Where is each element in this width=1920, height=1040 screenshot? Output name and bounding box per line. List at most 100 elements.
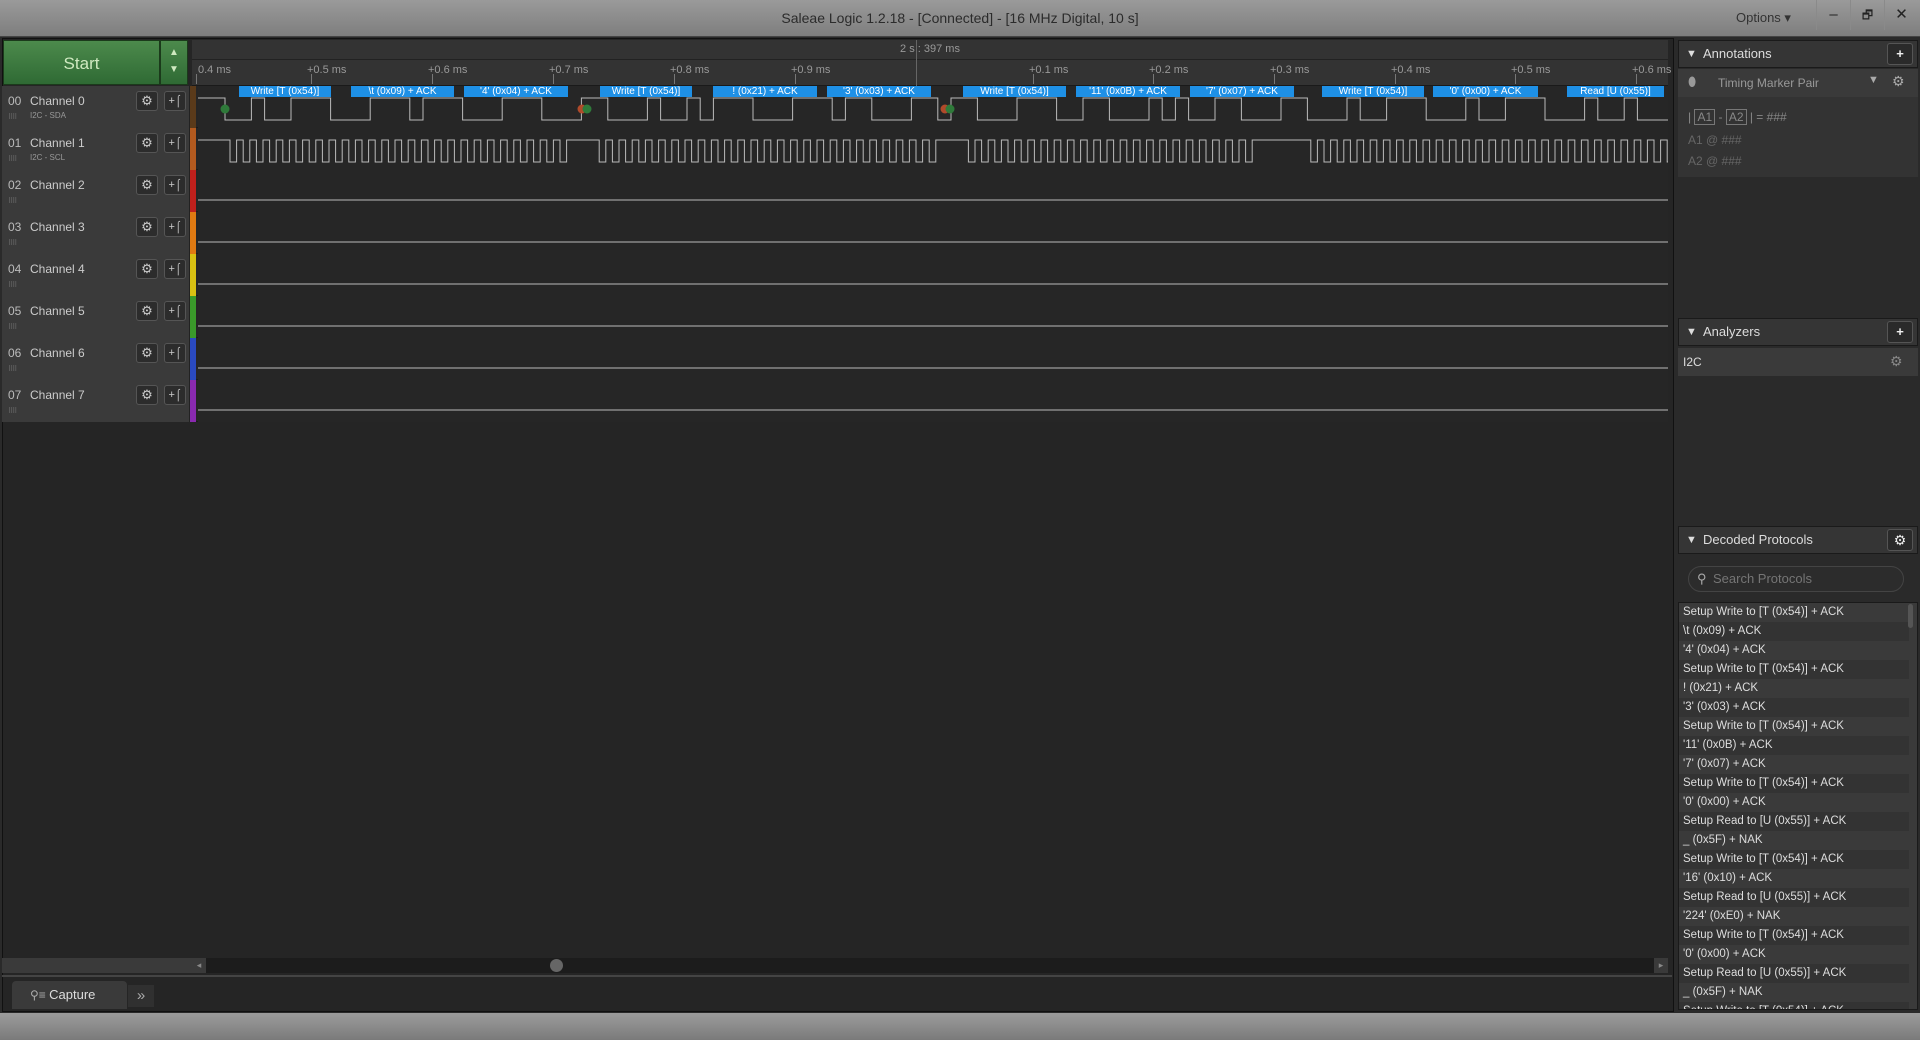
channel-name[interactable]: Channel 2 [30, 178, 85, 192]
protocol-list-item[interactable]: \t (0x09) + ACK [1679, 622, 1909, 641]
channel-name[interactable]: Channel 1 [30, 136, 85, 150]
decoded-frame-label[interactable]: ! (0x21) + ACK [713, 86, 817, 97]
drag-grip-icon[interactable]: ⠿⠿ [8, 197, 17, 205]
drag-grip-icon[interactable]: ⠿⠿ [8, 407, 17, 415]
add-annotation-button[interactable]: + [1887, 43, 1913, 65]
scroll-right-button[interactable]: ▸ [1654, 958, 1668, 973]
channel-name[interactable]: Channel 4 [30, 262, 85, 276]
add-analyzer-button[interactable]: + [1887, 321, 1913, 343]
protocol-list-item[interactable]: Setup Write to [T (0x54)] + ACK [1679, 926, 1909, 945]
scroll-left-button[interactable]: ◂ [192, 958, 206, 973]
channel-label[interactable]: 01 Channel 1 I2C - SCL ⠿⠿ ⚙ +⌠ [2, 128, 190, 170]
trigger-edge-icon[interactable]: +⌠ [164, 301, 186, 321]
trigger-edge-icon[interactable]: +⌠ [164, 343, 186, 363]
protocol-list-item[interactable]: Setup Write to [T (0x54)] + ACK [1679, 1002, 1909, 1009]
drag-grip-icon[interactable]: ⠿⠿ [8, 365, 17, 373]
start-button[interactable]: Start [3, 40, 160, 85]
decoded-frame-label[interactable]: Read [U (0x55)] [1567, 86, 1664, 97]
drag-grip-icon[interactable]: ⠿⠿ [8, 113, 17, 121]
gear-icon[interactable]: ⚙ [136, 217, 158, 237]
decoded-frame-label[interactable]: '11' (0x0B) + ACK [1076, 86, 1180, 97]
gear-icon[interactable]: ⚙ [136, 343, 158, 363]
scroll-thumb[interactable] [550, 959, 563, 972]
gear-icon[interactable]: ⚙ [136, 301, 158, 321]
decoded-frame-label[interactable]: \t (0x09) + ACK [351, 86, 454, 97]
search-protocols-input[interactable]: ⚲ [1688, 566, 1904, 592]
decoded-frame-label[interactable]: '3' (0x03) + ACK [827, 86, 931, 97]
dropdown-icon[interactable]: ▼ [1868, 74, 1879, 86]
gear-icon[interactable]: ⚙ [1887, 529, 1913, 551]
channel-label[interactable]: 02 Channel 2 ⠿⠿ ⚙ +⌠ [2, 170, 190, 212]
trigger-edge-icon[interactable]: +⌠ [164, 385, 186, 405]
gear-icon[interactable]: ⚙ [136, 133, 158, 153]
gear-icon[interactable]: ⚙ [136, 175, 158, 195]
trigger-edge-icon[interactable]: +⌠ [164, 175, 186, 195]
list-scrollbar[interactable] [1908, 604, 1913, 628]
waveform[interactable] [198, 212, 1668, 254]
decoded-frame-label[interactable]: Write [T (0x54)] [600, 86, 692, 97]
channel-label[interactable]: 07 Channel 7 ⠿⠿ ⚙ +⌠ [2, 380, 190, 422]
protocol-list-item[interactable]: Setup Write to [T (0x54)] + ACK [1679, 850, 1909, 869]
gear-icon[interactable]: ⚙ [1892, 73, 1905, 90]
protocol-list-item[interactable]: ! (0x21) + ACK [1679, 679, 1909, 698]
protocol-list-item[interactable]: '224' (0xE0) + NAK [1679, 907, 1909, 926]
protocol-list-item[interactable]: '7' (0x07) + ACK [1679, 755, 1909, 774]
trigger-edge-icon[interactable]: +⌠ [164, 259, 186, 279]
channel-name[interactable]: Channel 7 [30, 388, 85, 402]
channel-label[interactable]: 06 Channel 6 ⠿⠿ ⚙ +⌠ [2, 338, 190, 380]
protocol-list-item[interactable]: Setup Write to [T (0x54)] + ACK [1679, 774, 1909, 793]
minimize-button[interactable]: – [1816, 0, 1850, 30]
waveform[interactable] [198, 254, 1668, 296]
timing-marker-pair[interactable]: Timing Marker Pair [1718, 76, 1819, 90]
protocol-list-item[interactable]: '4' (0x04) + ACK [1679, 641, 1909, 660]
annotations-header[interactable]: ▼ Annotations + [1678, 40, 1918, 68]
decoded-frame-label[interactable]: '0' (0x00) + ACK [1433, 86, 1538, 97]
protocol-list-item[interactable]: '11' (0x0B) + ACK [1679, 736, 1909, 755]
drag-grip-icon[interactable]: ⠿⠿ [8, 239, 17, 247]
restore-button[interactable]: 🗗 [1850, 0, 1884, 30]
gear-icon[interactable]: ⚙ [136, 385, 158, 405]
gear-icon[interactable]: ⚙ [136, 91, 158, 111]
horizontal-scrollbar[interactable]: ◂ ▸ [192, 958, 1668, 973]
protocol-list-item[interactable]: '16' (0x10) + ACK [1679, 869, 1909, 888]
protocol-list-item[interactable]: Setup Write to [T (0x54)] + ACK [1679, 660, 1909, 679]
capture-tab[interactable]: ⚲≡ Capture [12, 981, 127, 1009]
channel-label[interactable]: 00 Channel 0 I2C - SDA ⠿⠿ ⚙ +⌠ [2, 86, 190, 128]
analyzer-item-i2c[interactable]: I2C ⚙ [1678, 348, 1918, 376]
trigger-edge-icon[interactable]: +⌠ [164, 217, 186, 237]
channel-name[interactable]: Channel 5 [30, 304, 85, 318]
options-menu[interactable]: Options ▾ [1736, 10, 1791, 26]
analyzers-header[interactable]: ▼ Analyzers + [1678, 318, 1918, 346]
drag-grip-icon[interactable]: ⠿⠿ [8, 281, 17, 289]
channel-label[interactable]: 05 Channel 5 ⠿⠿ ⚙ +⌠ [2, 296, 190, 338]
decoded-frame-label[interactable]: Write [T (0x54)] [963, 86, 1066, 97]
protocol-list-item[interactable]: Setup Write to [T (0x54)] + ACK [1679, 717, 1909, 736]
channel-name[interactable]: Channel 0 [30, 94, 85, 108]
protocol-list-item[interactable]: Setup Write to [T (0x54)] + ACK [1679, 603, 1909, 622]
decoded-protocols-header[interactable]: ▼ Decoded Protocols ⚙ [1678, 526, 1918, 554]
channel-name[interactable]: Channel 6 [30, 346, 85, 360]
protocol-list-item[interactable]: '0' (0x00) + ACK [1679, 945, 1909, 964]
close-button[interactable]: ✕ [1884, 0, 1918, 30]
start-options-arrows[interactable]: ▲▼ [160, 40, 188, 85]
drag-grip-icon[interactable]: ⠿⠿ [8, 155, 17, 163]
channel-label[interactable]: 04 Channel 4 ⠿⠿ ⚙ +⌠ [2, 254, 190, 296]
channel-name[interactable]: Channel 3 [30, 220, 85, 234]
decoded-frame-label[interactable]: '4' (0x04) + ACK [464, 86, 568, 97]
channel-label[interactable]: 03 Channel 3 ⠿⠿ ⚙ +⌠ [2, 212, 190, 254]
decoded-frame-label[interactable]: Write [T (0x54)] [1322, 86, 1424, 97]
protocol-list-item[interactable]: '3' (0x03) + ACK [1679, 698, 1909, 717]
protocol-list-item[interactable]: Setup Read to [U (0x55)] + ACK [1679, 964, 1909, 983]
trigger-edge-icon[interactable]: +⌠ [164, 91, 186, 111]
protocol-list-item[interactable]: _ (0x5F) + NAK [1679, 831, 1909, 850]
protocol-list-item[interactable]: Setup Read to [U (0x55)] + ACK [1679, 888, 1909, 907]
waveform[interactable] [198, 128, 1668, 170]
decoded-frame-label[interactable]: '7' (0x07) + ACK [1190, 86, 1294, 97]
gear-icon[interactable]: ⚙ [136, 259, 158, 279]
more-tabs-button[interactable]: » [128, 985, 154, 1007]
time-ruler[interactable]: 2 s : 397 ms 0.4 ms +0.5 ms +0.6 ms +0.7 ms… [192, 40, 1671, 86]
drag-grip-icon[interactable]: ⠿⠿ [8, 323, 17, 331]
waveform[interactable] [198, 380, 1668, 422]
waveform[interactable] [198, 170, 1668, 212]
decoded-frame-label[interactable]: Write [T (0x54)] [239, 86, 331, 97]
